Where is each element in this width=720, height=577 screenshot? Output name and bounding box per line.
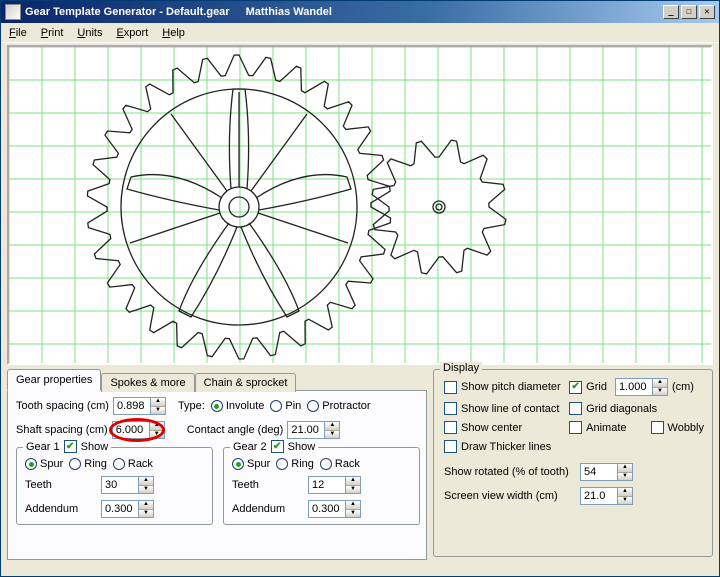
gear2-teeth-spinner[interactable]: ▲▼ (308, 476, 361, 494)
gear1-spur-radio[interactable]: Spur (25, 458, 63, 470)
gear2-addendum-label: Addendum (232, 503, 304, 515)
gear-canvas (7, 45, 713, 365)
up-arrow-icon[interactable]: ▲ (325, 422, 339, 431)
gear1-teeth-label: Teeth (25, 479, 97, 491)
up-arrow-icon[interactable]: ▲ (150, 422, 164, 431)
tab-gear-properties[interactable]: Gear properties (7, 369, 101, 391)
rotated-label: Show rotated (% of tooth) (444, 466, 576, 478)
grid-unit-label: (cm) (672, 381, 694, 393)
gear1-legend: Gear 1 (26, 441, 60, 453)
menu-export[interactable]: Export (116, 27, 148, 39)
wobbly-checkbox[interactable]: Wobbly (651, 421, 704, 434)
tooth-spacing-label: Tooth spacing (cm) (16, 400, 109, 412)
menu-help[interactable]: Help (162, 27, 185, 39)
tab-strip: Gear properties Spokes & more Chain & sp… (7, 369, 427, 391)
menu-print[interactable]: Print (41, 27, 64, 39)
gear1-addendum-spinner[interactable]: ▲▼ (101, 500, 154, 518)
gear2-addendum-input[interactable] (309, 501, 345, 517)
grid-value-input[interactable] (616, 379, 652, 395)
gear2-teeth-input[interactable] (309, 477, 345, 493)
title-bar: Gear Template Generator - Default.gear M… (1, 1, 719, 23)
rotated-input[interactable] (581, 464, 617, 480)
menu-bar: File Print Units Export Help (1, 23, 719, 43)
grid-checkbox[interactable]: ✔Grid (569, 381, 607, 394)
shaft-spacing-input[interactable] (113, 422, 149, 438)
gear-properties-panel: Tooth spacing (cm) ▲▼ Type: Involute Pin… (7, 390, 427, 560)
contact-angle-input[interactable] (288, 422, 324, 438)
tab-spokes-more[interactable]: Spokes & more (101, 373, 194, 392)
contact-angle-spinner[interactable]: ▲▼ (287, 421, 340, 439)
type-protractor-radio[interactable]: Protractor (307, 400, 370, 412)
grid-diagonals-checkbox[interactable]: Grid diagonals (569, 402, 704, 415)
shaft-spacing-spinner[interactable]: ▲▼ (112, 421, 165, 439)
close-icon: ✕ (704, 7, 709, 17)
gear1-group: Gear 1 ✔Show Spur Ring Rack Teeth (16, 447, 213, 525)
type-pin-radio[interactable]: Pin (270, 400, 301, 412)
gear1-teeth-spinner[interactable]: ▲▼ (101, 476, 154, 494)
app-window: Gear Template Generator - Default.gear M… (0, 0, 720, 577)
gear2-teeth-label: Teeth (232, 479, 304, 491)
thicker-lines-checkbox[interactable]: Draw Thicker lines (444, 440, 704, 453)
display-legend: Display (440, 362, 482, 374)
tooth-spacing-input[interactable] (114, 398, 150, 414)
tab-chain-sprocket[interactable]: Chain & sprocket (195, 373, 297, 392)
up-arrow-icon[interactable]: ▲ (151, 398, 165, 407)
show-contact-checkbox[interactable]: Show line of contact (444, 402, 561, 415)
grid-spinner[interactable]: ▲▼ (615, 378, 668, 396)
tooth-spacing-spinner[interactable]: ▲▼ (113, 397, 166, 415)
menu-units[interactable]: Units (77, 27, 102, 39)
gear1-addendum-input[interactable] (102, 501, 138, 517)
maximize-button[interactable]: ☐ (681, 5, 697, 19)
down-arrow-icon[interactable]: ▼ (325, 431, 339, 439)
gear1-show-checkbox[interactable]: ✔Show (64, 440, 109, 453)
gear1-rack-radio[interactable]: Rack (113, 458, 153, 470)
down-arrow-icon[interactable]: ▼ (151, 407, 165, 415)
viewwidth-label: Screen view width (cm) (444, 490, 576, 502)
menu-file[interactable]: File (9, 27, 27, 39)
viewwidth-input[interactable] (581, 488, 617, 504)
minimize-icon: _ (668, 7, 673, 17)
contact-angle-label: Contact angle (deg) (187, 424, 284, 436)
gear2-spur-radio[interactable]: Spur (232, 458, 270, 470)
rotated-spinner[interactable]: ▲▼ (580, 463, 633, 481)
animate-checkbox[interactable]: Animate (569, 421, 626, 434)
type-involute-radio[interactable]: Involute (211, 400, 265, 412)
gear1-ring-radio[interactable]: Ring (69, 458, 107, 470)
gear2-legend: Gear 2 (233, 441, 267, 453)
window-author: Matthias Wandel (246, 6, 332, 18)
window-title: Gear Template Generator - Default.gear (25, 6, 230, 18)
bottom-panel: Gear properties Spokes & more Chain & sp… (1, 369, 719, 566)
minimize-button[interactable]: _ (663, 5, 679, 19)
app-icon (5, 4, 21, 20)
type-label: Type: (178, 400, 205, 412)
viewwidth-spinner[interactable]: ▲▼ (580, 487, 633, 505)
display-group: Display Show pitch diameter ✔Grid ▲▼ (cm… (433, 369, 713, 557)
show-center-checkbox[interactable]: Show center (444, 421, 561, 434)
shaft-spacing-label: Shaft spacing (cm) (16, 424, 108, 436)
gear1-teeth-input[interactable] (102, 477, 138, 493)
show-pitch-checkbox[interactable]: Show pitch diameter (444, 381, 561, 394)
gear2-group: Gear 2 ✔Show Spur Ring Rack Teeth (223, 447, 420, 525)
gear2-show-checkbox[interactable]: ✔Show (271, 440, 316, 453)
down-arrow-icon[interactable]: ▼ (150, 431, 164, 439)
gear-preview-svg (9, 47, 711, 363)
gear1-addendum-label: Addendum (25, 503, 97, 515)
gear2-ring-radio[interactable]: Ring (276, 458, 314, 470)
close-button[interactable]: ✕ (699, 5, 715, 19)
maximize-icon: ☐ (686, 7, 691, 17)
gear2-addendum-spinner[interactable]: ▲▼ (308, 500, 361, 518)
gear2-rack-radio[interactable]: Rack (320, 458, 360, 470)
